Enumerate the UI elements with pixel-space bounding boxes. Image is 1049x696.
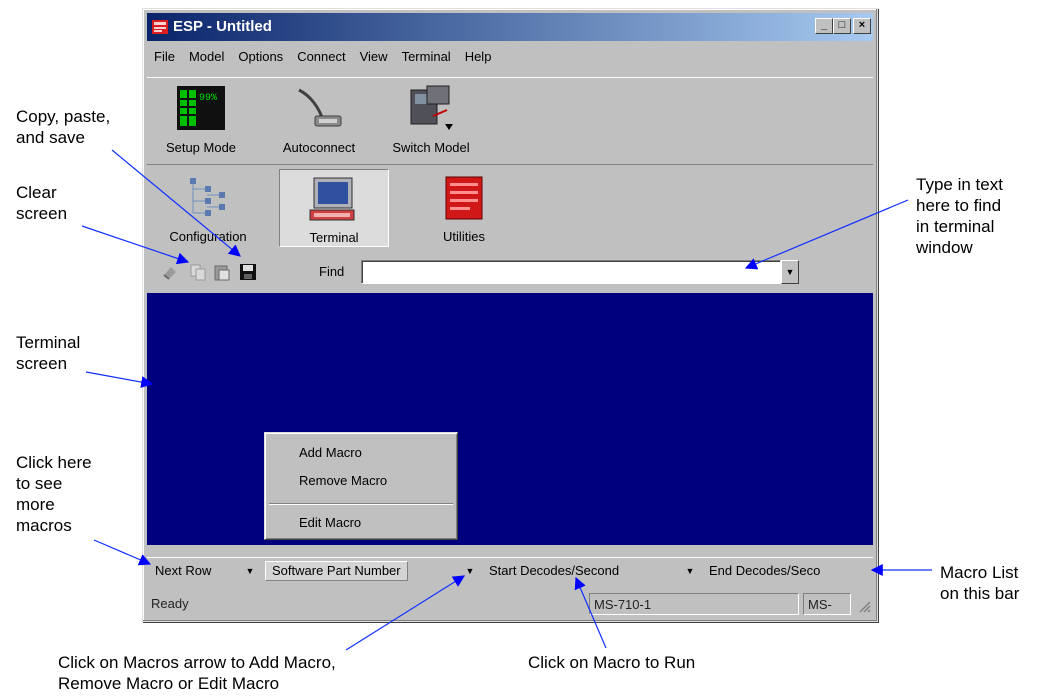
arrow-more-macros: [93, 539, 152, 566]
arrow-find-text: [744, 199, 909, 270]
arrow-terminal-screen: [85, 371, 154, 388]
arrow-macros-arrow: [345, 575, 466, 651]
arrow-run-macro: [574, 576, 607, 649]
callout-arrows: [81, 149, 932, 651]
arrow-copy-paste-save: [111, 149, 241, 257]
arrow-clear-screen: [81, 225, 190, 265]
